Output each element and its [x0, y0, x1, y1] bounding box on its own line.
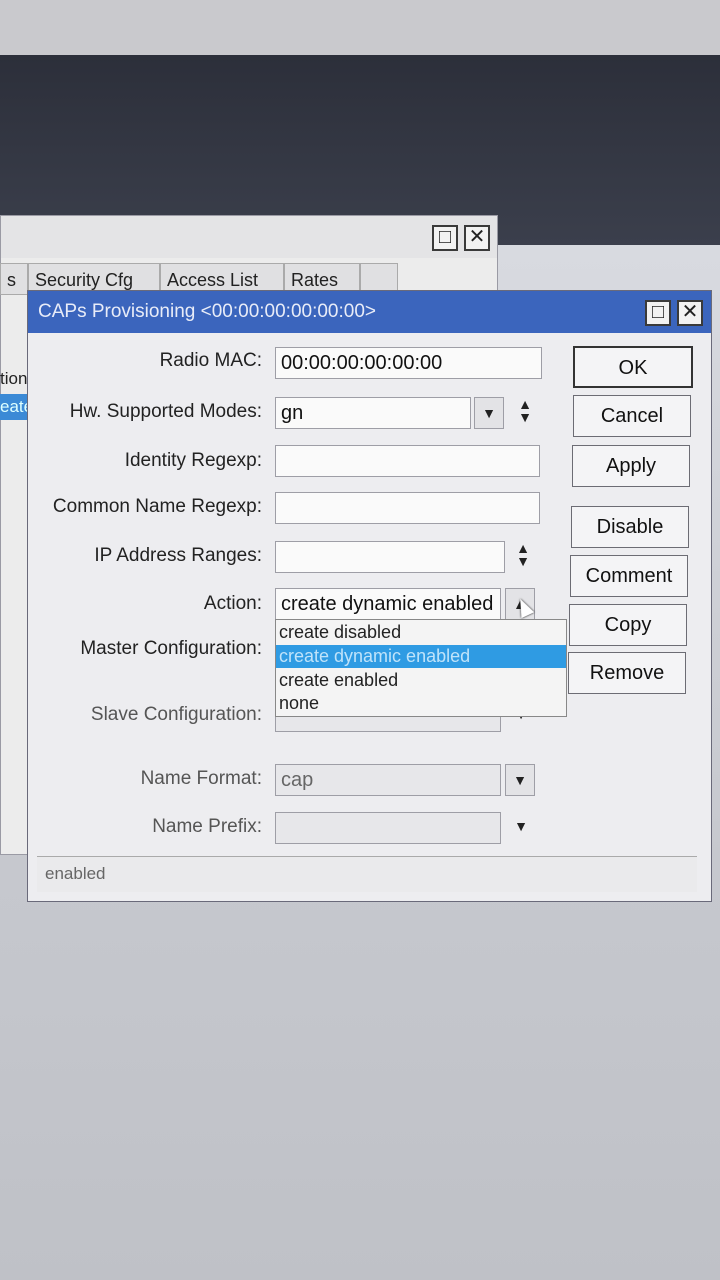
dialog-title: CAPs Provisioning <00:00:00:00:00:00> [38, 301, 377, 322]
identity-regexp-label: Identity Regexp: [124, 450, 262, 471]
close-icon[interactable]: ✕ [464, 225, 490, 251]
hw-modes-label: Hw. Supported Modes: [69, 401, 262, 422]
hw-modes-field[interactable]: gn [275, 397, 471, 429]
dialog-titlebar: CAPs Provisioning <00:00:00:00:00:00> □ … [28, 291, 711, 333]
name-prefix-label: Name Prefix: [152, 816, 262, 837]
ip-address-ranges-label: IP Address Ranges: [94, 545, 262, 566]
comment-button[interactable]: Comment [570, 555, 688, 597]
master-configuration-label: Master Configuration: [80, 638, 262, 659]
name-prefix-field[interactable] [275, 812, 501, 844]
disable-button[interactable]: Disable [571, 506, 689, 548]
apply-button[interactable]: Apply [572, 445, 690, 487]
maximize-icon[interactable]: □ [645, 300, 671, 326]
dropdown-arrow-icon[interactable]: ▼ [510, 819, 532, 852]
action-label: Action: [203, 593, 262, 614]
cancel-button[interactable]: Cancel [573, 395, 691, 437]
name-format-label: Name Format: [140, 768, 262, 789]
name-format-field[interactable]: cap [275, 764, 501, 796]
slave-configuration-label: Slave Configuration: [90, 704, 262, 725]
dropdown-arrow-icon[interactable]: ▼ [474, 397, 504, 429]
wall [0, 0, 720, 55]
tab-partial[interactable]: s [0, 263, 28, 295]
radio-mac-field[interactable]: 00:00:00:00:00:00 [275, 347, 542, 379]
identity-regexp-field[interactable] [275, 445, 540, 477]
dropdown-option[interactable]: create enabled [276, 669, 566, 692]
dropdown-arrow-icon[interactable]: ▼ [505, 764, 535, 796]
status-text: enabled [45, 864, 106, 883]
common-name-regexp-field[interactable] [275, 492, 540, 524]
copy-button[interactable]: Copy [569, 604, 687, 646]
radio-mac-label: Radio MAC: [159, 350, 262, 371]
action-dropdown-list: create disabled create dynamic enabled c… [275, 619, 567, 717]
status-bar: enabled [37, 856, 697, 892]
dropdown-option-selected[interactable]: create dynamic enabled [276, 645, 566, 668]
dropdown-option[interactable]: create disabled [276, 621, 566, 644]
action-field[interactable]: create dynamic enabled [275, 588, 501, 620]
list-item[interactable]: tion [0, 366, 28, 392]
common-name-regexp-label: Common Name Regexp: [52, 496, 262, 517]
close-icon[interactable]: ✕ [677, 300, 703, 326]
list-item[interactable]: eate [0, 394, 28, 420]
ip-address-ranges-field[interactable] [275, 541, 505, 573]
dropdown-option[interactable]: none [276, 692, 566, 715]
remove-button[interactable]: Remove [568, 652, 686, 694]
background-window-titlebar [1, 216, 497, 258]
up-down-icon[interactable]: ▲ ▼ [512, 541, 534, 574]
ok-button[interactable]: OK [573, 346, 693, 388]
maximize-icon[interactable]: □ [432, 225, 458, 251]
up-down-icon[interactable]: ▲ ▼ [514, 397, 536, 430]
